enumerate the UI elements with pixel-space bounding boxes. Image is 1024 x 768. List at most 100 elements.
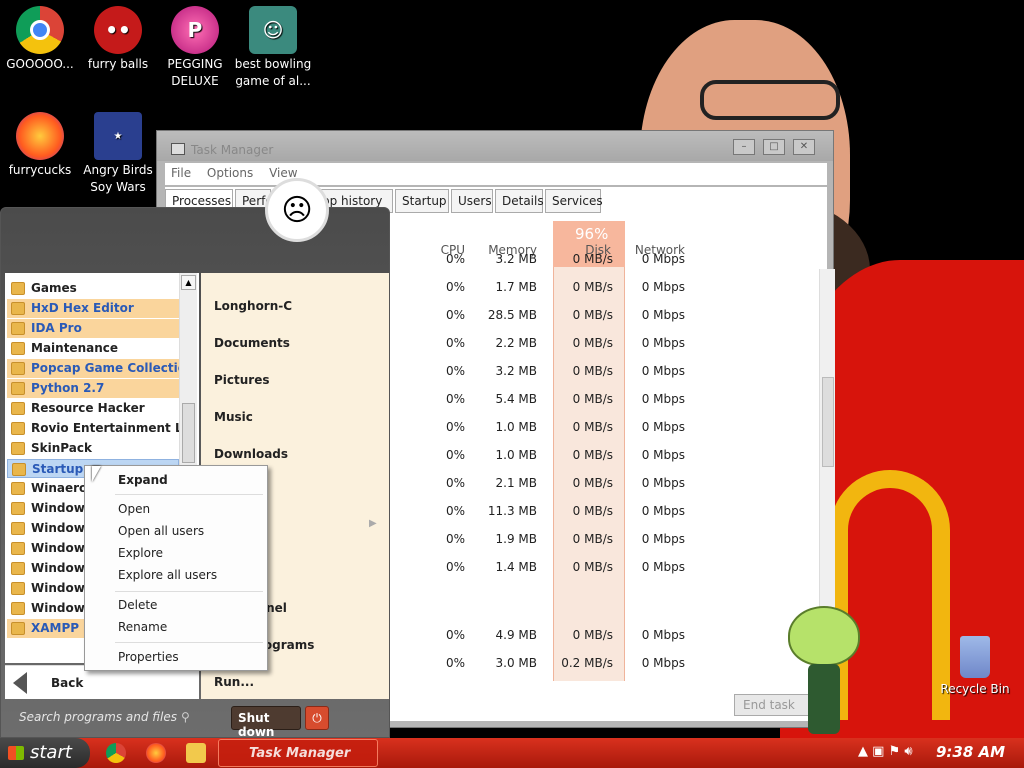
network-icon[interactable]: ▣ bbox=[872, 744, 884, 759]
process-row[interactable]: 0% 1.7 MB 0 MB/s 0 Mbps bbox=[397, 280, 697, 300]
system-tray: ▲ ▣ ⚑ 🔊︎ bbox=[858, 744, 913, 759]
folder-icon bbox=[11, 602, 25, 615]
menu-file[interactable]: File bbox=[165, 163, 197, 183]
right-item-music[interactable]: Music bbox=[214, 410, 253, 424]
task-manager-titlebar[interactable]: Task Manager – □ ✕ bbox=[157, 131, 833, 161]
folder-icon bbox=[11, 582, 25, 595]
context-item-expand[interactable]: Expand bbox=[118, 473, 168, 487]
program-folder[interactable]: Rovio Entertainment Ltd bbox=[7, 419, 179, 438]
program-folder[interactable]: Games bbox=[7, 279, 179, 298]
process-disk: 0 MB/s bbox=[572, 364, 613, 378]
show-hidden-icons-icon[interactable]: ▲ bbox=[858, 744, 868, 759]
process-row[interactable]: 0% 3.2 MB 0 MB/s 0 Mbps bbox=[397, 364, 697, 384]
process-disk: 0 MB/s bbox=[572, 252, 613, 266]
start-menu-header bbox=[1, 208, 389, 272]
desktop-icon-chrome[interactable]: GOOOOO... bbox=[0, 6, 80, 73]
process-memory: 4.9 MB bbox=[495, 628, 537, 642]
menu-options[interactable]: Options bbox=[201, 163, 259, 183]
right-item-documents[interactable]: Documents bbox=[214, 336, 290, 350]
context-separator bbox=[115, 591, 263, 592]
program-folder[interactable]: Maintenance bbox=[7, 339, 179, 358]
search-box[interactable]: Search programs and files ⚲ bbox=[5, 704, 225, 730]
folder-icon bbox=[11, 422, 25, 435]
folder-taskbar-icon[interactable] bbox=[186, 743, 206, 763]
context-item-explore[interactable]: Explore bbox=[118, 546, 163, 560]
user-avatar[interactable]: ☹ bbox=[265, 178, 329, 242]
process-cpu: 0% bbox=[445, 364, 465, 378]
program-folder[interactable]: Resource Hacker bbox=[7, 399, 179, 418]
process-memory: 1.9 MB bbox=[495, 532, 537, 546]
process-row[interactable]: 0% 1.9 MB 0 MB/s 0 Mbps bbox=[397, 532, 697, 552]
shutdown-button[interactable]: Shut down bbox=[231, 706, 301, 739]
maximize-button[interactable]: □ bbox=[763, 139, 785, 155]
context-item-explore-all-users[interactable]: Explore all users bbox=[118, 568, 217, 582]
desktop-icon-peggle[interactable]: P PEGGING DELUXE bbox=[155, 6, 235, 90]
context-item-open-all-users[interactable]: Open all users bbox=[118, 524, 204, 538]
process-row[interactable]: 0% 1.4 MB 0 MB/s 0 Mbps bbox=[397, 560, 697, 580]
context-item-rename[interactable]: Rename bbox=[118, 620, 167, 634]
start-label: start bbox=[30, 742, 72, 763]
folder-icon bbox=[11, 482, 25, 495]
taskbar: start Task Manager ▲ ▣ ⚑ 🔊︎ 9:38 AM bbox=[0, 738, 1024, 768]
tab-services[interactable]: Services bbox=[545, 189, 603, 213]
right-item-run[interactable]: Run... bbox=[214, 675, 254, 689]
firefox-taskbar-icon[interactable] bbox=[146, 743, 166, 763]
process-network: 0 Mbps bbox=[641, 252, 685, 266]
program-folder[interactable]: SkinPack bbox=[7, 439, 179, 458]
process-row[interactable]: 0% 3.2 MB 0 MB/s 0 Mbps bbox=[397, 252, 697, 272]
process-cpu: 0% bbox=[445, 628, 465, 642]
process-memory: 3.0 MB bbox=[495, 656, 537, 670]
program-folder[interactable]: HxD Hex Editor bbox=[7, 299, 179, 318]
process-memory: 11.3 MB bbox=[487, 504, 537, 518]
program-folder[interactable]: Python 2.7 bbox=[7, 379, 179, 398]
context-item-open[interactable]: Open bbox=[118, 502, 150, 516]
close-button[interactable]: ✕ bbox=[793, 139, 815, 155]
desktop-icon-recycle-bin[interactable]: Recycle Bin bbox=[940, 636, 1010, 696]
context-item-properties[interactable]: Properties bbox=[118, 650, 179, 664]
desktop-icon-label: best bowling game of al... bbox=[234, 57, 312, 88]
power-options-icon[interactable]: ⏻ bbox=[305, 706, 329, 730]
tab-details[interactable]: Details bbox=[495, 189, 544, 213]
clock[interactable]: 9:38 AM bbox=[936, 743, 1005, 761]
process-disk: 0 MB/s bbox=[572, 392, 613, 406]
process-row[interactable]: 0% 28.5 MB 0 MB/s 0 Mbps bbox=[397, 308, 697, 328]
desktop-icon-furry-balls[interactable]: •• furry balls bbox=[78, 6, 158, 73]
process-row[interactable]: 0% 5.4 MB 0 MB/s 0 Mbps bbox=[397, 392, 697, 412]
tab-users[interactable]: Users bbox=[451, 189, 493, 213]
programs-scrollbar-thumb[interactable] bbox=[182, 403, 195, 463]
start-button[interactable]: start bbox=[0, 738, 90, 768]
desktop-icon-angry-birds[interactable]: ★ Angry Birds Soy Wars bbox=[78, 112, 158, 196]
process-disk: 0 MB/s bbox=[572, 560, 613, 574]
minimize-button[interactable]: – bbox=[733, 139, 755, 155]
process-row[interactable]: 0% 1.0 MB 0 MB/s 0 Mbps bbox=[397, 420, 697, 440]
scrollbar-thumb[interactable] bbox=[822, 377, 834, 467]
taskbar-task-manager[interactable]: Task Manager bbox=[218, 739, 378, 767]
right-item-downloads[interactable]: Downloads bbox=[214, 447, 288, 461]
program-folder[interactable]: Popcap Game Collection bbox=[7, 359, 179, 378]
process-row[interactable]: 0% 2.1 MB 0 MB/s 0 Mbps bbox=[397, 476, 697, 496]
process-network: 0 Mbps bbox=[641, 280, 685, 294]
process-row[interactable]: 0% 3.0 MB 0.2 MB/s 0 Mbps bbox=[397, 656, 697, 676]
flag-icon[interactable]: ⚑ bbox=[889, 744, 901, 759]
process-row[interactable]: 0% 4.9 MB 0 MB/s 0 Mbps bbox=[397, 628, 697, 648]
process-row[interactable]: 0% 2.2 MB 0 MB/s 0 Mbps bbox=[397, 336, 697, 356]
tab-startup[interactable]: Startup bbox=[395, 189, 449, 213]
process-cpu: 0% bbox=[445, 280, 465, 294]
volume-icon[interactable]: 🔊︎ bbox=[904, 744, 912, 759]
right-item-longhorn[interactable]: Longhorn-C bbox=[214, 299, 292, 313]
right-item-pictures[interactable]: Pictures bbox=[214, 373, 270, 387]
desktop-icon-bowling[interactable]: ☺ best bowling game of al... bbox=[233, 6, 313, 90]
scroll-up-arrow-icon[interactable]: ▲ bbox=[181, 275, 196, 290]
chrome-taskbar-icon[interactable] bbox=[106, 743, 126, 763]
context-item-delete[interactable]: Delete bbox=[118, 598, 157, 612]
program-folder-label: IDA Pro bbox=[31, 321, 82, 335]
wallpaper-glasses bbox=[700, 80, 840, 120]
process-memory: 1.0 MB bbox=[495, 448, 537, 462]
program-folder[interactable]: IDA Pro bbox=[7, 319, 179, 338]
process-row[interactable]: 0% 11.3 MB 0 MB/s 0 Mbps bbox=[397, 504, 697, 524]
process-disk: 0 MB/s bbox=[572, 628, 613, 642]
process-network: 0 Mbps bbox=[641, 504, 685, 518]
folder-icon bbox=[11, 442, 25, 455]
process-row[interactable]: 0% 1.0 MB 0 MB/s 0 Mbps bbox=[397, 448, 697, 468]
desktop-icon-firefox[interactable]: furrycucks bbox=[0, 112, 80, 179]
